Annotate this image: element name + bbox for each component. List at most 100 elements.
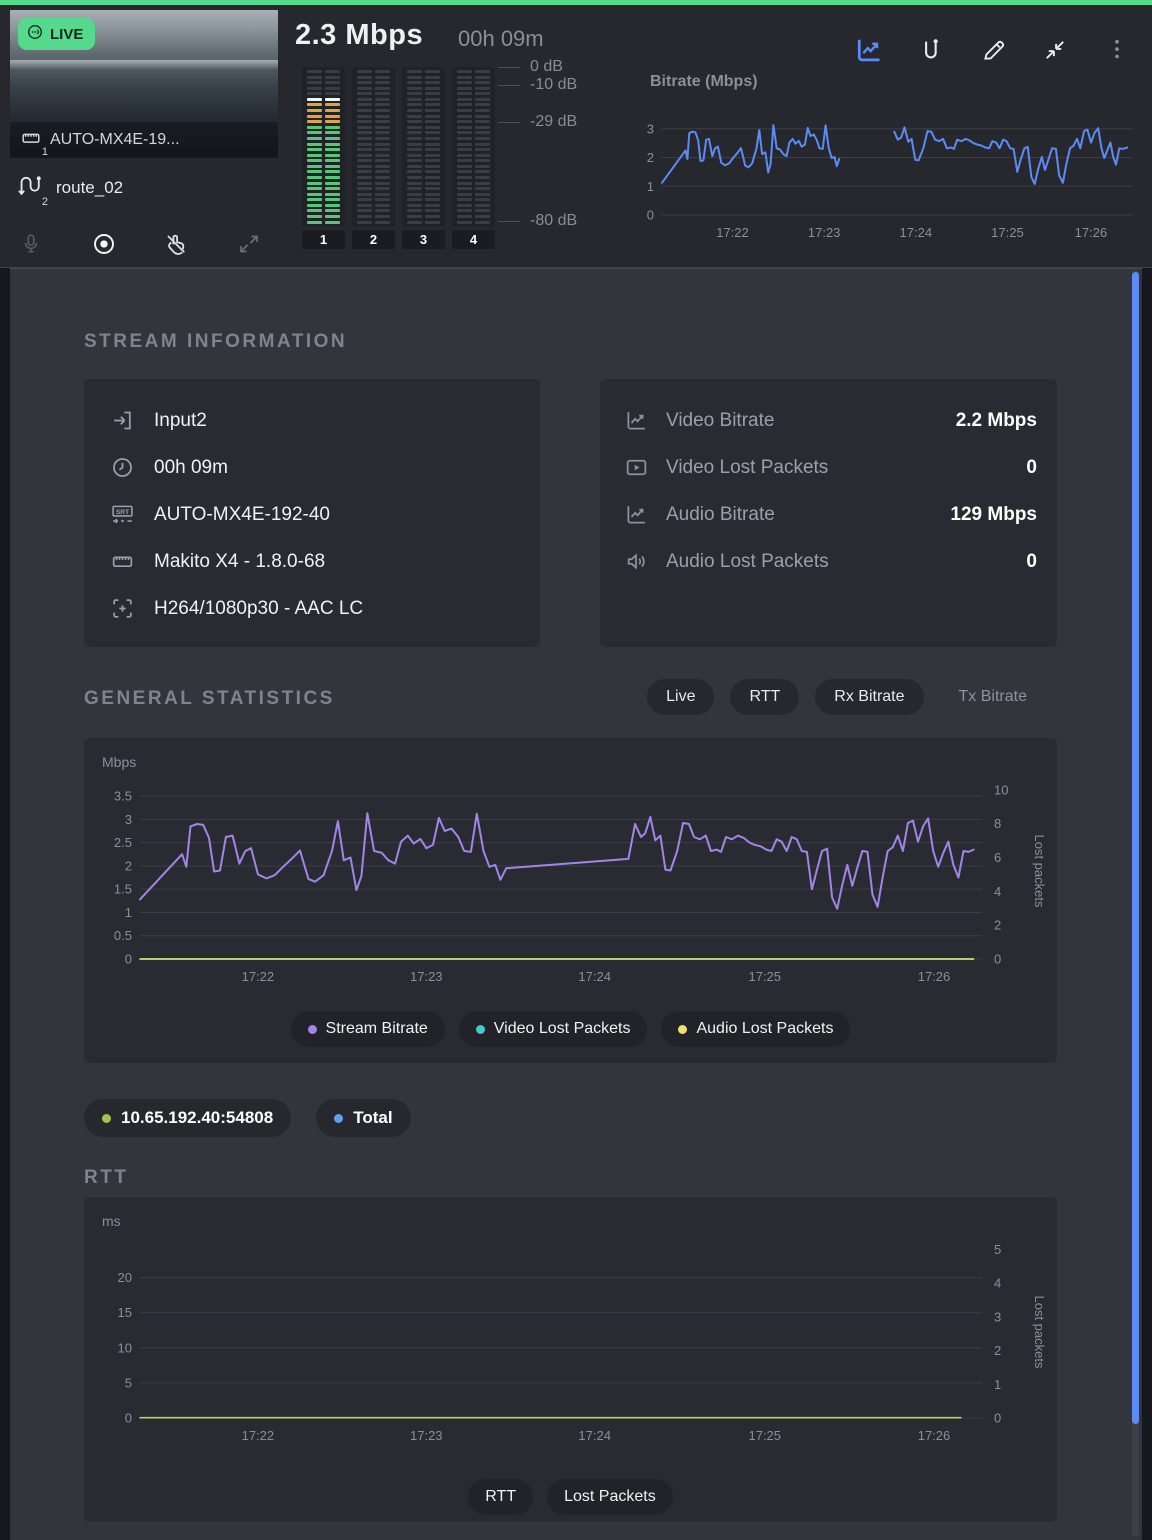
header-toolbar [852,33,1134,67]
stat-value: 0 [1026,457,1037,479]
db-scale-label: -29 dB [498,113,577,131]
svg-text:4: 4 [994,1276,1001,1291]
legend-video-lost-packets[interactable]: Video Lost Packets [459,1011,648,1047]
tag-dot [102,1114,111,1123]
rtt-chart: 05101520012345Lost packets17:2217:2317:2… [94,1227,1047,1457]
stream-monitor-page: LIVE 1 AUTO-MX4E-19... [0,0,1152,1540]
svg-text:Lost packets: Lost packets [1032,1296,1047,1369]
collapse-icon[interactable] [1038,33,1072,67]
route-row[interactable]: 2 route_02 [14,171,123,204]
svg-text:Lost packets: Lost packets [1032,835,1047,908]
tab-rtt[interactable]: RTT [730,679,799,715]
db-scale-label: -10 dB [498,76,577,94]
svg-text:5: 5 [994,1242,1001,1257]
video-icon [622,455,650,480]
stat-row: Audio Bitrate 129 Mbps [622,491,1037,538]
uptime: 00h 09m [458,26,544,52]
legend-rtt[interactable]: RTT [468,1479,533,1515]
route-badge-number: 2 [42,196,48,208]
stream-srt-name: AUTO-MX4E-192-40 [154,504,330,526]
device-badge-number: 1 [42,146,48,158]
edit-pencil-icon[interactable] [976,33,1010,67]
stream-info-item: Makito X4 - 1.8.0-68 [108,538,540,585]
legend-dot [678,1025,687,1034]
video-thumbnail[interactable]: LIVE 1 AUTO-MX4E-19... [10,10,278,158]
statistics-icon[interactable] [852,33,886,67]
tag-total[interactable]: Total [316,1099,410,1137]
svg-text:0: 0 [647,208,654,223]
svg-text:17:24: 17:24 [900,225,933,240]
svg-text:0: 0 [994,1411,1001,1426]
svg-text:10: 10 [994,782,1008,797]
stat-label: Video Bitrate [666,410,940,432]
general-statistics-heading: GENERAL STATISTICS [84,688,335,710]
device-label-bar: 1 AUTO-MX4E-19... [10,122,278,158]
svg-text:2: 2 [994,918,1001,933]
route-path-icon[interactable] [914,33,948,67]
player-controls [14,227,266,261]
microphone-icon[interactable] [14,227,48,261]
audio-meter-channel: 3 [402,67,445,249]
general-statistics-legend: Stream Bitrate Video Lost Packets Audio … [84,1011,1057,1047]
svg-text:0: 0 [125,952,132,967]
chart-line-icon [622,502,650,527]
hand-block-icon[interactable] [159,227,193,261]
speaker-icon [622,549,650,574]
tag-source-address[interactable]: 10.65.192.40:54808 [84,1099,291,1137]
svg-text:2: 2 [125,858,132,873]
svg-text:17:26: 17:26 [918,969,951,984]
stream-codec: H264/1080p30 - AAC LC [154,598,363,620]
stream-info-item: 00h 09m [108,444,540,491]
expand-icon[interactable] [232,227,266,261]
svg-text:SRT: SRT [115,509,128,516]
tag-dot [334,1114,343,1123]
more-menu-icon[interactable] [1100,33,1134,67]
tab-live[interactable]: Live [647,679,714,715]
svg-text:17:22: 17:22 [242,969,275,984]
svg-text:1: 1 [994,1377,1001,1392]
tab-rx-bitrate[interactable]: Rx Bitrate [815,679,923,715]
svg-text:3.5: 3.5 [114,789,132,804]
stream-stats-card: Video Bitrate 2.2 Mbps Video Lost Packet… [600,379,1057,647]
svg-text:8: 8 [994,816,1001,831]
scrollbar-track[interactable] [1132,270,1139,1536]
svg-text:2.5: 2.5 [114,835,132,850]
svg-text:3: 3 [647,121,654,136]
stream-info-card: Input2 00h 09m SRT [84,379,540,647]
stream-info-item: SRT AUTO-MX4E-192-40 [108,491,540,538]
stream-uptime: 00h 09m [154,457,228,479]
svg-text:17:22: 17:22 [716,225,749,240]
record-icon[interactable] [87,227,121,261]
legend-audio-lost-packets[interactable]: Audio Lost Packets [661,1011,850,1047]
legend-dot [476,1025,485,1034]
svg-text:0.5: 0.5 [114,928,132,943]
encoder-icon [108,549,136,574]
tab-tx-bitrate[interactable]: Tx Bitrate [940,679,1046,715]
stat-value: 0 [1026,551,1037,573]
codec-icon [108,596,136,621]
live-badge-label: LIVE [50,26,83,43]
svg-text:2: 2 [994,1343,1001,1358]
current-bitrate: 2.3 Mbps [295,19,423,52]
legend-lost-packets[interactable]: Lost Packets [547,1479,673,1515]
stream-info-item: H264/1080p30 - AAC LC [108,585,540,632]
svg-text:17:23: 17:23 [410,1428,443,1443]
svg-text:17:24: 17:24 [578,969,611,984]
legend-dot [308,1025,317,1034]
device-label: AUTO-MX4E-19... [50,131,180,149]
svg-text:15: 15 [118,1305,132,1320]
header-chart-title: Bitrate (Mbps) [650,73,758,91]
meter-channel-number: 3 [402,230,445,249]
audio-meter-channel: 2 [352,67,395,249]
legend-stream-bitrate[interactable]: Stream Bitrate [291,1011,445,1047]
rtt-heading: RTT [84,1167,128,1189]
svg-text:1.5: 1.5 [114,882,132,897]
general-statistics-chart: 00.511.522.533.50246810Lost packets17:22… [94,768,1047,998]
general-statistics-card: Mbps 00.511.522.533.50246810Lost packets… [84,738,1057,1063]
stat-label: Audio Bitrate [666,504,934,526]
scrollbar-thumb[interactable] [1132,272,1139,1424]
stat-label: Video Lost Packets [666,457,1010,479]
svg-text:4: 4 [994,884,1001,899]
clock-icon [108,455,136,480]
meter-channel-number: 4 [452,230,495,249]
